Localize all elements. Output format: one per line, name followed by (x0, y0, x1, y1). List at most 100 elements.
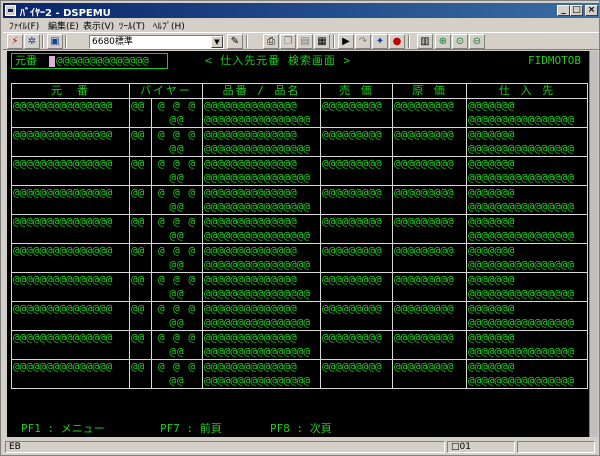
calc-icon[interactable]: ▥ (417, 34, 433, 49)
step-icon[interactable]: ↷ (355, 34, 371, 49)
table-row[interactable]: @@@@@@@@@@@@@@@ @@ @ @ @ @@ @@@@@@@@@@@@@@ @@… (11, 156, 589, 186)
maximize-button[interactable]: □ (570, 5, 583, 16)
cell-value: @@@@@@@@@@@@@@@ (13, 99, 113, 113)
play-icon[interactable]: ▶ (338, 34, 354, 49)
cell-value: @ @ @ (157, 360, 197, 374)
record-icon[interactable]: ● (389, 34, 405, 49)
cell-value: @@@@@@@@@@@@@@ (204, 157, 297, 171)
cell-value: @@ (131, 302, 145, 316)
menu-tools[interactable]: ﾂｰﾙ(T) (119, 19, 145, 32)
table-cell: @@@@@@@@@@@@@@ @@@@@@@@@@@@@@@@ (202, 272, 322, 302)
table-cell: @@@@@@@@@@@@@@ @@@@@@@@@@@@@@@@ (202, 127, 322, 157)
cell-value: @@@@@@@@@@@@@@@@ (204, 200, 310, 213)
table-row[interactable]: @@@@@@@@@@@@@@@ @@ @ @ @ @@ @@@@@@@@@@@@@@ @@… (11, 214, 589, 244)
screen-title: < 仕入先元番 検索画面 > (205, 54, 352, 67)
screen-icon[interactable]: ▣ (47, 34, 63, 49)
app-icon[interactable] (5, 5, 16, 16)
col-header-genka: 原 価 (392, 83, 468, 99)
cell-value: @@ (131, 186, 145, 200)
cell-value: @@@@@@@@@@@@@@@@ (468, 142, 574, 155)
cell-value: @@@@@@@ (468, 244, 515, 258)
table-cell: @@@@@@@@@ (320, 98, 394, 128)
table-row[interactable]: @@@@@@@@@@@@@@@ @@ @ @ @ @@ @@@@@@@@@@@@@@ @@… (11, 272, 589, 302)
terminal-screen[interactable]: 元番 @@@@@@@@@@@@@@ < 仕入先元番 検索画面 > FIDMOTO… (7, 51, 589, 437)
close-button[interactable]: × (585, 5, 598, 16)
cell-value: @@@@@@@ (468, 302, 515, 316)
table-cell: @@@@@@@ @@@@@@@@@@@@@@@@ (466, 156, 589, 186)
table-cell: @@@@@@@@@@@@@@@ (11, 243, 130, 273)
table-cell: @@@@@@@@@ (392, 272, 468, 302)
cell-value: @@@@@@@@@ (394, 128, 454, 142)
table-cell: @@@@@@@@@@@@@@ @@@@@@@@@@@@@@@@ (202, 359, 322, 389)
cell-value: @ @ @ (157, 244, 197, 258)
menu-file[interactable]: ﾌｧｲﾙ(F) (9, 19, 39, 32)
cell-value: @@@@@@@@@ (322, 302, 382, 316)
table-row[interactable]: @@@@@@@@@@@@@@@ @@ @ @ @ @@ @@@@@@@@@@@@@@ @@… (11, 359, 589, 389)
cell-value: @@@@@@@@@ (394, 215, 454, 229)
pf7-key-label[interactable]: PF7 : 前頁 (160, 422, 222, 436)
table-cell: @@ (129, 301, 152, 331)
table-cell: @@@@@@@ @@@@@@@@@@@@@@@@ (466, 243, 589, 273)
grid-icon[interactable]: ✲ (24, 34, 40, 49)
table-cell: @@@@@@@@@ (392, 185, 468, 215)
table-cell: @@ (129, 185, 152, 215)
print-icon[interactable]: ⎙ (263, 34, 279, 49)
cell-value: @@@@@@@@@ (394, 244, 454, 258)
table-cell: @@@@@@@ @@@@@@@@@@@@@@@@ (466, 214, 589, 244)
table-row[interactable]: @@@@@@@@@@@@@@@ @@ @ @ @ @@ @@@@@@@@@@@@@@ @@… (11, 185, 589, 215)
cell-value: @@@@@@@@@@@@@@@@ (468, 229, 574, 242)
table-cell: @@@@@@@ @@@@@@@@@@@@@@@@ (466, 127, 589, 157)
chevron-down-icon[interactable]: ▼ (211, 36, 223, 48)
cell-value: @@@@@@@@@@@@@@@@ (204, 316, 310, 329)
table-cell: @@@@@@@@@@@@@@@ (11, 301, 130, 331)
table-row[interactable]: @@@@@@@@@@@@@@@ @@ @ @ @ @@ @@@@@@@@@@@@@@ @@… (11, 301, 589, 331)
zoom-fit-icon[interactable]: ⊙ (452, 34, 468, 49)
cell-value: @@@@@@@@@@@@@@ (204, 244, 297, 258)
zoom-in-icon[interactable]: ⊕ (435, 34, 451, 49)
zoom-out-icon[interactable]: ⊖ (469, 34, 485, 49)
table-cell: @@@@@@@ @@@@@@@@@@@@@@@@ (466, 330, 589, 360)
cell-value: @@@@@@@@@ (394, 99, 454, 113)
title-bar[interactable]: ﾊﾞｲﾔｰ2 - DSPEMU _ □ × (3, 3, 599, 19)
col-header-motoban: 元 番 (11, 83, 130, 99)
cell-value: @@@@@@@@@@@@@@@@ (468, 316, 574, 329)
table-cell: @@@@@@@@@@@@@@@ (11, 330, 130, 360)
cell-value: @@@@@@@@@@@@@@@ (13, 360, 113, 374)
status-right (517, 441, 595, 453)
menu-edit[interactable]: 編集(E) (48, 19, 79, 32)
cell-value: @@@@@@@@@@@@@@@@ (204, 171, 310, 184)
results-table: 元 番 バイヤー 品番 / 品名 売 価 原 価 仕 入 先 @@@@@@@@@… (11, 83, 589, 389)
cell-value: @@ (131, 244, 145, 258)
pf1-key-label[interactable]: PF1 : メニュー (21, 422, 105, 436)
wrench-icon[interactable]: ✎ (227, 34, 243, 49)
macro-icon[interactable]: ✦ (372, 34, 388, 49)
minimize-button[interactable]: _ (557, 5, 570, 16)
table-cell: @@@@@@@@@@@@@@@ (11, 156, 130, 186)
table-cell: @@@@@@@@@ (320, 330, 394, 360)
keypad-icon[interactable]: ▦ (314, 34, 330, 49)
keyboard-layout-select[interactable]: 6680標準 ▼ (89, 35, 224, 49)
toolbar-separator (333, 35, 335, 48)
cell-value: @@@@@@@@@@@@@@@@ (204, 287, 310, 300)
vertical-scrollbar[interactable] (589, 51, 598, 437)
cell-value: @@@@@@@@@@@@@@@ (13, 186, 113, 200)
cell-value: @@ (169, 200, 185, 213)
pf8-key-label[interactable]: PF8 : 次頁 (270, 422, 332, 436)
table-cell: @@@@@@@@@ (320, 127, 394, 157)
cell-value: @@@@@@@@@@@@@@ (204, 99, 297, 113)
table-row[interactable]: @@@@@@@@@@@@@@@ @@ @ @ @ @@ @@@@@@@@@@@@@@ @@… (11, 243, 589, 273)
paste-icon[interactable]: ▤ (297, 34, 313, 49)
cell-value: @@@@@@@@@@@@@@@ (13, 157, 113, 171)
cell-value: @@@@@@@ (468, 215, 515, 229)
key-input-field[interactable]: @@@@@@@@@@@@@@ (56, 54, 149, 68)
copy-icon[interactable]: ❐ (280, 34, 296, 49)
table-row[interactable]: @@@@@@@@@@@@@@@ @@ @ @ @ @@ @@@@@@@@@@@@@@ @@… (11, 330, 589, 360)
cell-value: @@@@@@@@@@@@@@ (204, 186, 297, 200)
table-row[interactable]: @@@@@@@@@@@@@@@ @@ @ @ @ @@ @@@@@@@@@@@@@@ @@… (11, 98, 589, 128)
cell-value: @@@@@@@ (468, 360, 515, 374)
menu-help[interactable]: ﾍﾙﾌﾟ(H) (153, 19, 185, 32)
cell-value: @@ (169, 345, 185, 358)
lightning-icon[interactable]: ⚡ (7, 34, 23, 49)
menu-view[interactable]: 表示(V) (83, 19, 114, 32)
table-row[interactable]: @@@@@@@@@@@@@@@ @@ @ @ @ @@ @@@@@@@@@@@@@@ @@… (11, 127, 589, 157)
